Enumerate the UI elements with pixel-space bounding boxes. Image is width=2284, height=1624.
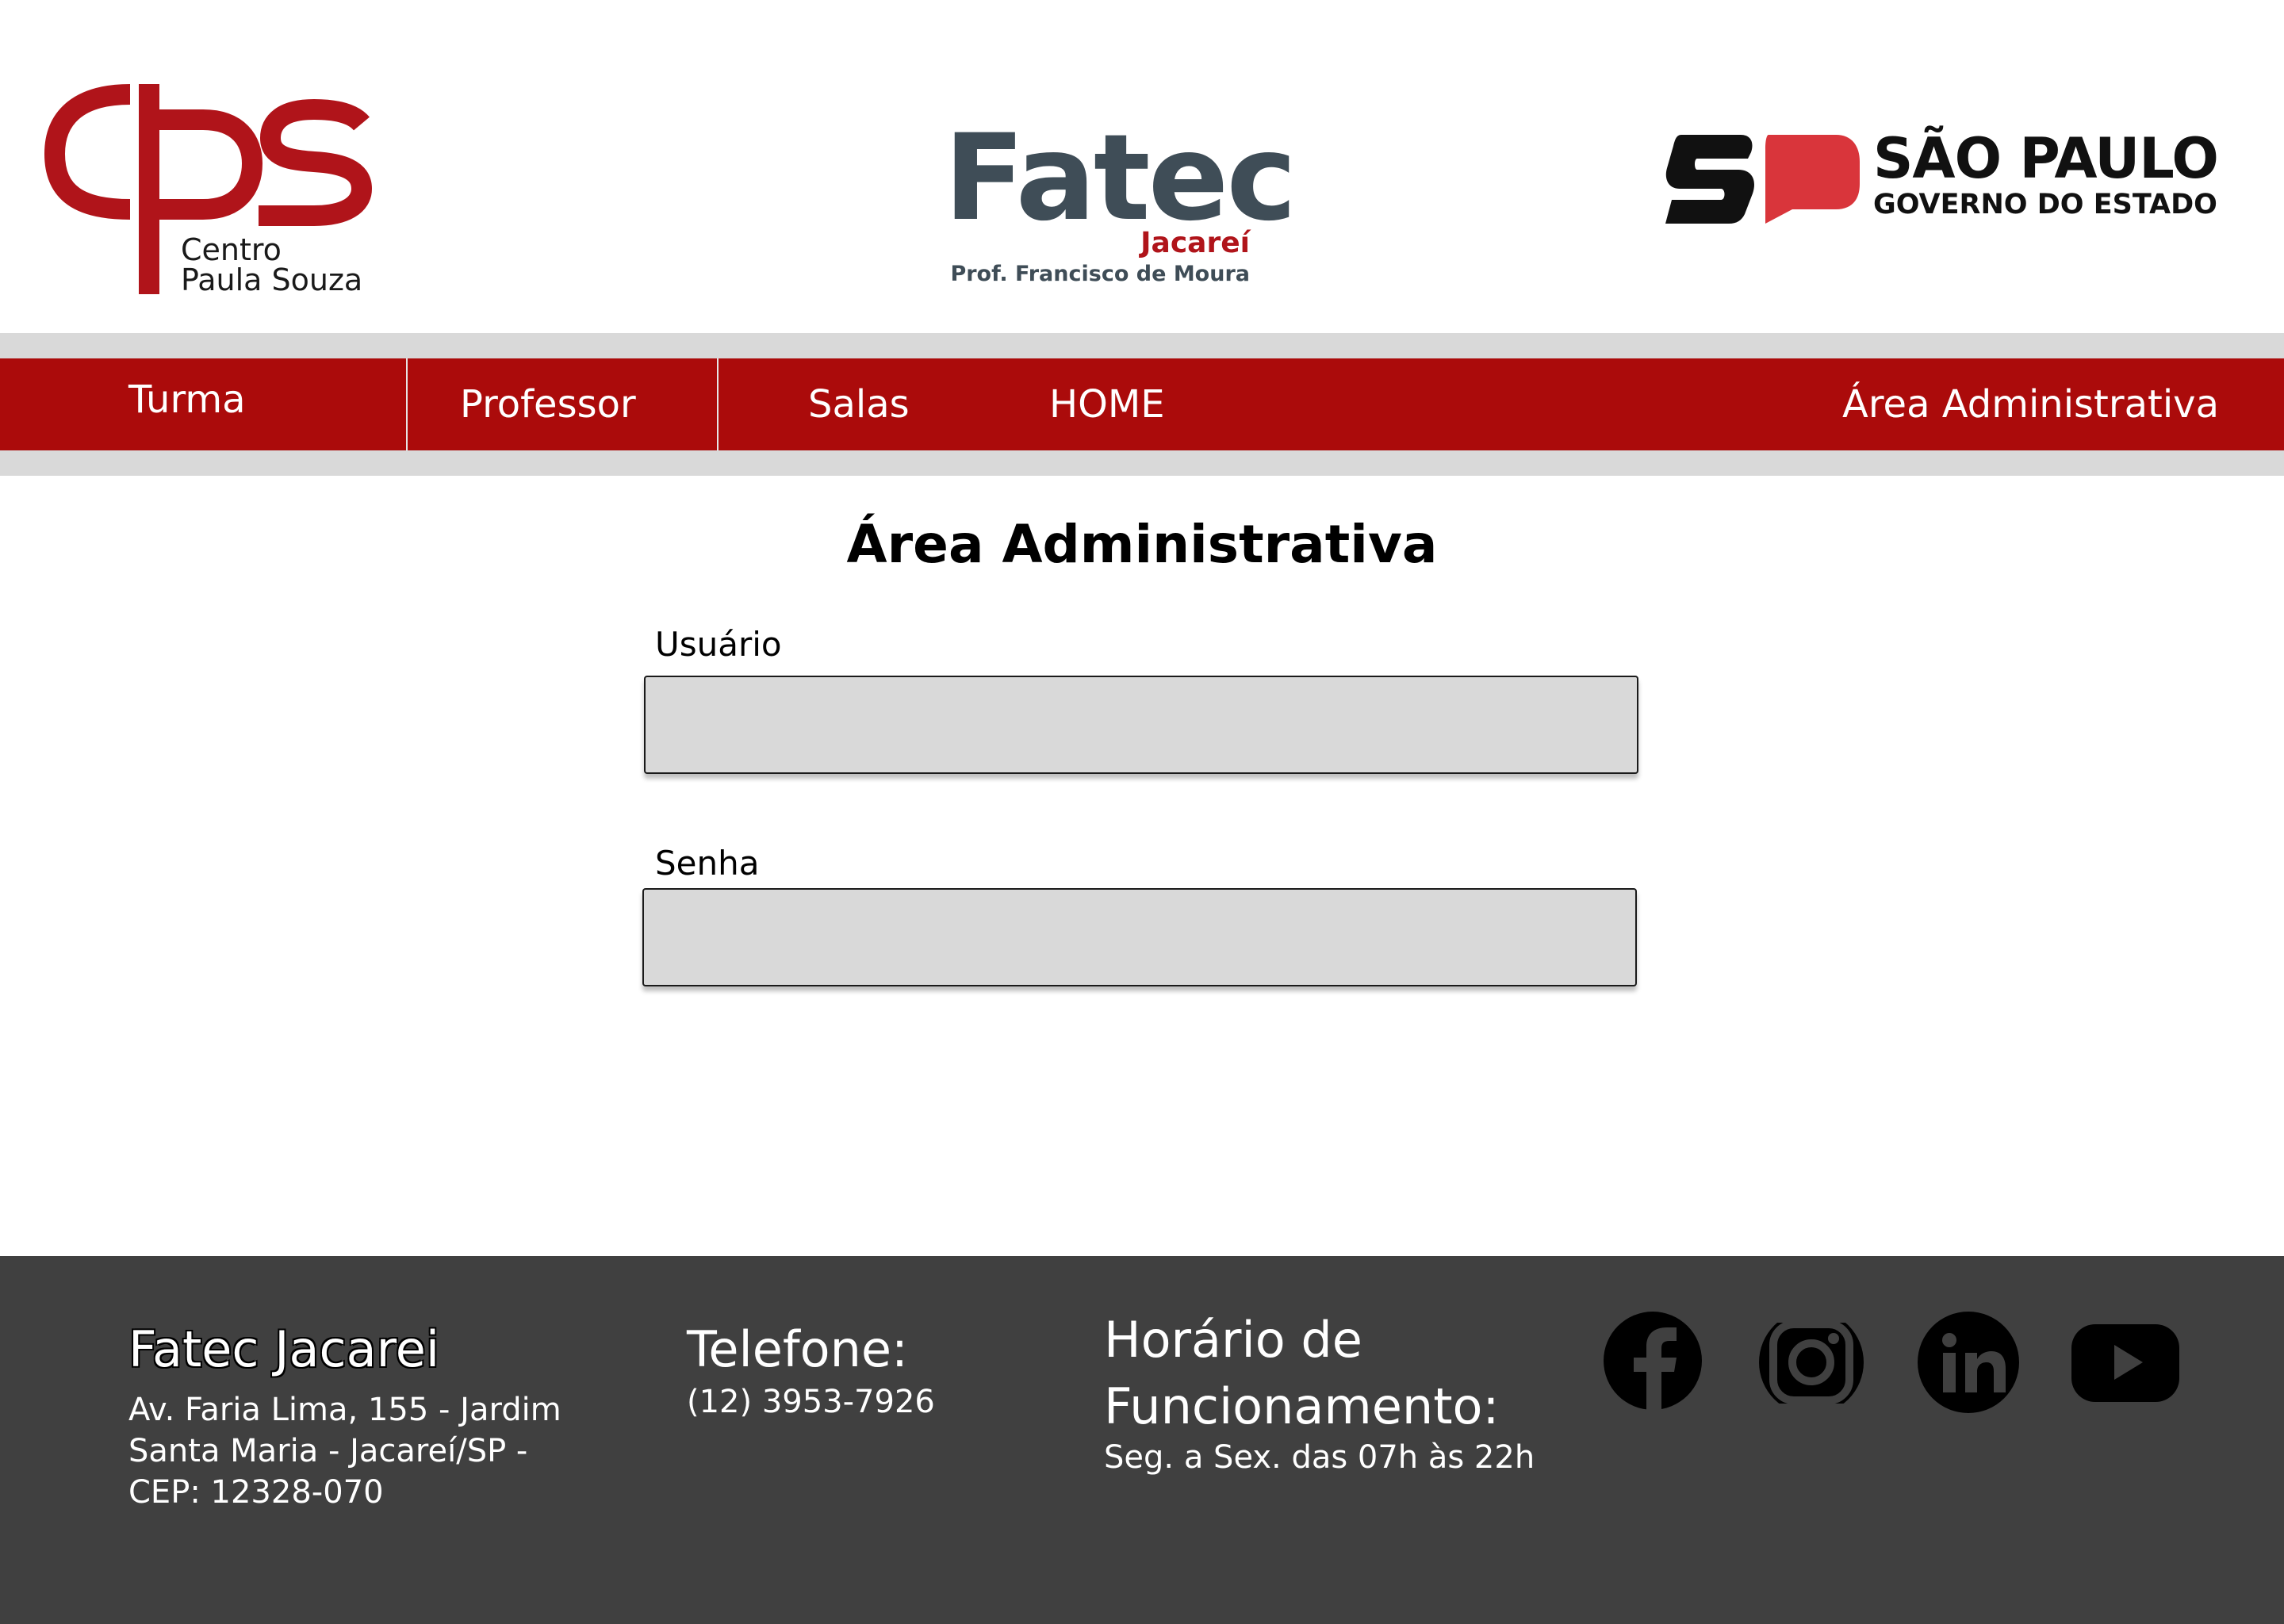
cps-logo-text: Centro Paula Souza xyxy=(181,235,362,295)
facebook-icon xyxy=(1604,1312,1702,1410)
cps-logo[interactable]: Centro Paula Souza xyxy=(44,84,377,306)
fatec-logo-city: Jacareí xyxy=(1140,227,1250,259)
linkedin-link[interactable] xyxy=(1913,1312,2024,1415)
sp-logo-title: SÃO PAULO xyxy=(1873,126,2219,191)
footer-hours-title: Horário de Funcionamento: xyxy=(1104,1307,1499,1440)
page-title: Área Administrativa xyxy=(846,514,1438,575)
footer-hours-title-line1: Horário de xyxy=(1104,1311,1362,1369)
footer-hours-value: Seg. a Sex. das 07h às 22h xyxy=(1104,1439,1535,1476)
nav-item-professor[interactable]: Professor xyxy=(460,358,636,450)
footer-address-line2: Santa Maria - Jacareí/SP - xyxy=(128,1433,528,1469)
footer-phone-value: (12) 3953-7926 xyxy=(687,1384,935,1420)
username-input[interactable] xyxy=(644,676,1638,774)
sp-logo-mark xyxy=(1665,135,1860,224)
youtube-link[interactable] xyxy=(2070,1312,2181,1415)
fatec-logo[interactable]: Fatec Jacareí Prof. Francisco de Moura xyxy=(944,119,1297,293)
nav-item-area-administrativa[interactable]: Área Administrativa xyxy=(1842,358,2219,450)
nav-item-salas[interactable]: Salas xyxy=(808,358,910,450)
footer-address-line1: Av. Faria Lima, 155 - Jardim xyxy=(128,1392,561,1428)
linkedin-icon xyxy=(1918,1312,2019,1413)
nav-item-home[interactable]: HOME xyxy=(1049,358,1165,450)
instagram-link[interactable] xyxy=(1756,1310,1867,1415)
facebook-link[interactable] xyxy=(1599,1312,1710,1415)
fatec-logo-name: Fatec xyxy=(944,109,1297,247)
nav-divider xyxy=(406,358,408,450)
header: Centro Paula Souza Fatec Jacareí Prof. F… xyxy=(0,0,2284,333)
footer-phone-title: Telefone: xyxy=(687,1320,908,1378)
cps-line2: Paula Souza xyxy=(181,262,363,297)
main-nav: Turma Professor Salas HOME Área Administ… xyxy=(0,358,2284,450)
footer-address: Av. Faria Lima, 155 - Jardim Santa Maria… xyxy=(128,1389,561,1513)
username-label: Usuário xyxy=(655,625,782,664)
youtube-icon xyxy=(2071,1324,2179,1402)
password-label: Senha xyxy=(655,844,760,883)
sp-logo-subtitle: GOVERNO DO ESTADO xyxy=(1873,189,2217,220)
footer-hours-title-line2: Funcionamento: xyxy=(1104,1377,1500,1435)
footer-address-line3: CEP: 12328-070 xyxy=(128,1474,384,1511)
nav-item-turma[interactable]: Turma xyxy=(128,354,246,446)
password-input[interactable] xyxy=(642,888,1637,986)
footer: Fatec Jacarei Av. Faria Lima, 155 - Jard… xyxy=(0,1256,2284,1624)
nav-divider xyxy=(717,358,719,450)
footer-org-title: Fatec Jacarei xyxy=(128,1320,440,1378)
sp-government-logo[interactable]: SÃO PAULO GOVERNO DO ESTADO xyxy=(1665,127,2219,230)
cps-line1: Centro xyxy=(181,232,282,267)
fatec-logo-subtitle: Prof. Francisco de Moura xyxy=(950,262,1250,286)
instagram-icon xyxy=(1756,1310,1867,1415)
